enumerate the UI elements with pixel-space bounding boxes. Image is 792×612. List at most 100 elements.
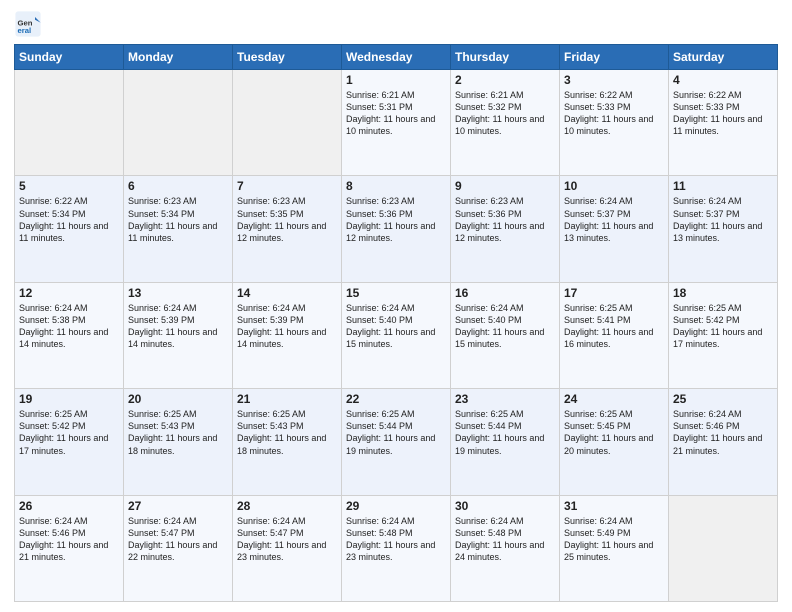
weekday-header-thursday: Thursday: [451, 45, 560, 70]
day-info: Sunrise: 6:24 AM Sunset: 5:39 PM Dayligh…: [128, 302, 228, 351]
day-number: 27: [128, 499, 228, 513]
calendar-cell: 29 Sunrise: 6:24 AM Sunset: 5:48 PM Dayli…: [342, 495, 451, 601]
day-info: Sunrise: 6:23 AM Sunset: 5:36 PM Dayligh…: [346, 195, 446, 244]
page: Gen eral SundayMondayTuesdayWednesdayThu…: [0, 0, 792, 612]
calendar-cell: 31Sunrise: 6:24 AM Sunset: 5:49 PM Dayli…: [560, 495, 669, 601]
day-info: Sunrise: 6:23 AM Sunset: 5:35 PM Dayligh…: [237, 195, 337, 244]
day-number: 28: [237, 499, 337, 513]
day-number: 4: [673, 73, 773, 87]
day-info: Sunrise: 6:24 AM Sunset: 5:39 PM Dayligh…: [237, 302, 337, 351]
day-number: 31: [564, 499, 664, 513]
day-info: Sunrise: 6:25 AM Sunset: 5:42 PM Dayligh…: [673, 302, 773, 351]
day-info: Sunrise: 6:21 AM Sunset: 5:31 PM Dayligh…: [346, 89, 446, 138]
calendar-week-row: 19Sunrise: 6:25 AM Sunset: 5:42 PM Dayli…: [15, 389, 778, 495]
day-number: 21: [237, 392, 337, 406]
calendar-cell: 30Sunrise: 6:24 AM Sunset: 5:48 PM Dayli…: [451, 495, 560, 601]
weekday-header-friday: Friday: [560, 45, 669, 70]
day-number: 11: [673, 179, 773, 193]
calendar-cell: 14 Sunrise: 6:24 AM Sunset: 5:39 PM Dayli…: [233, 282, 342, 388]
calendar-cell: 24Sunrise: 6:25 AM Sunset: 5:45 PM Dayli…: [560, 389, 669, 495]
day-info: Sunrise: 6:25 AM Sunset: 5:44 PM Dayligh…: [346, 408, 446, 457]
calendar-cell: 16Sunrise: 6:24 AM Sunset: 5:40 PM Dayli…: [451, 282, 560, 388]
day-number: 2: [455, 73, 555, 87]
day-number: 14: [237, 286, 337, 300]
header: Gen eral: [14, 10, 778, 38]
calendar-cell: 22 Sunrise: 6:25 AM Sunset: 5:44 PM Dayli…: [342, 389, 451, 495]
day-info: Sunrise: 6:24 AM Sunset: 5:48 PM Dayligh…: [346, 515, 446, 564]
calendar-cell: 17Sunrise: 6:25 AM Sunset: 5:41 PM Dayli…: [560, 282, 669, 388]
calendar-cell: 5Sunrise: 6:22 AM Sunset: 5:34 PM Daylig…: [15, 176, 124, 282]
weekday-header-sunday: Sunday: [15, 45, 124, 70]
day-number: 1: [346, 73, 446, 87]
calendar-table: SundayMondayTuesdayWednesdayThursdayFrid…: [14, 44, 778, 602]
day-number: 24: [564, 392, 664, 406]
day-number: 29: [346, 499, 446, 513]
day-info: Sunrise: 6:24 AM Sunset: 5:37 PM Dayligh…: [673, 195, 773, 244]
calendar-cell: 26 Sunrise: 6:24 AM Sunset: 5:46 PM Dayli…: [15, 495, 124, 601]
calendar-cell: 1 Sunrise: 6:21 AM Sunset: 5:31 PM Daylig…: [342, 70, 451, 176]
day-number: 20: [128, 392, 228, 406]
day-number: 9: [455, 179, 555, 193]
day-number: 22: [346, 392, 446, 406]
day-info: Sunrise: 6:22 AM Sunset: 5:33 PM Dayligh…: [564, 89, 664, 138]
logo: Gen eral: [14, 10, 44, 38]
day-info: Sunrise: 6:21 AM Sunset: 5:32 PM Dayligh…: [455, 89, 555, 138]
day-info: Sunrise: 6:22 AM Sunset: 5:33 PM Dayligh…: [673, 89, 773, 138]
calendar-cell: 28 Sunrise: 6:24 AM Sunset: 5:47 PM Dayli…: [233, 495, 342, 601]
day-number: 13: [128, 286, 228, 300]
day-number: 12: [19, 286, 119, 300]
day-number: 7: [237, 179, 337, 193]
calendar-cell: 15 Sunrise: 6:24 AM Sunset: 5:40 PM Dayli…: [342, 282, 451, 388]
day-number: 26: [19, 499, 119, 513]
day-number: 18: [673, 286, 773, 300]
logo-icon: Gen eral: [14, 10, 42, 38]
day-number: 25: [673, 392, 773, 406]
calendar-cell: 4 Sunrise: 6:22 AM Sunset: 5:33 PM Daylig…: [669, 70, 778, 176]
day-info: Sunrise: 6:23 AM Sunset: 5:34 PM Dayligh…: [128, 195, 228, 244]
calendar-cell: 3 Sunrise: 6:22 AM Sunset: 5:33 PM Daylig…: [560, 70, 669, 176]
calendar-cell: [124, 70, 233, 176]
calendar-cell: 9Sunrise: 6:23 AM Sunset: 5:36 PM Daylig…: [451, 176, 560, 282]
day-info: Sunrise: 6:25 AM Sunset: 5:43 PM Dayligh…: [128, 408, 228, 457]
calendar-cell: 2 Sunrise: 6:21 AM Sunset: 5:32 PM Daylig…: [451, 70, 560, 176]
calendar-body: 1 Sunrise: 6:21 AM Sunset: 5:31 PM Daylig…: [15, 70, 778, 602]
calendar-cell: [669, 495, 778, 601]
calendar-cell: [233, 70, 342, 176]
weekday-header-wednesday: Wednesday: [342, 45, 451, 70]
calendar-cell: 21 Sunrise: 6:25 AM Sunset: 5:43 PM Dayli…: [233, 389, 342, 495]
calendar-week-row: 12 Sunrise: 6:24 AM Sunset: 5:38 PM Dayli…: [15, 282, 778, 388]
calendar-cell: 20 Sunrise: 6:25 AM Sunset: 5:43 PM Dayli…: [124, 389, 233, 495]
calendar-week-row: 1 Sunrise: 6:21 AM Sunset: 5:31 PM Daylig…: [15, 70, 778, 176]
day-number: 5: [19, 179, 119, 193]
day-number: 23: [455, 392, 555, 406]
calendar-cell: 23 Sunrise: 6:25 AM Sunset: 5:44 PM Dayli…: [451, 389, 560, 495]
calendar-cell: 13 Sunrise: 6:24 AM Sunset: 5:39 PM Dayli…: [124, 282, 233, 388]
day-info: Sunrise: 6:24 AM Sunset: 5:47 PM Dayligh…: [237, 515, 337, 564]
day-info: Sunrise: 6:24 AM Sunset: 5:38 PM Dayligh…: [19, 302, 119, 351]
day-number: 15: [346, 286, 446, 300]
day-info: Sunrise: 6:24 AM Sunset: 5:46 PM Dayligh…: [19, 515, 119, 564]
day-info: Sunrise: 6:25 AM Sunset: 5:42 PM Dayligh…: [19, 408, 119, 457]
svg-text:eral: eral: [18, 26, 32, 35]
calendar-week-row: 5Sunrise: 6:22 AM Sunset: 5:34 PM Daylig…: [15, 176, 778, 282]
calendar-cell: 6 Sunrise: 6:23 AM Sunset: 5:34 PM Daylig…: [124, 176, 233, 282]
day-number: 10: [564, 179, 664, 193]
calendar-cell: 19Sunrise: 6:25 AM Sunset: 5:42 PM Dayli…: [15, 389, 124, 495]
calendar-cell: 18 Sunrise: 6:25 AM Sunset: 5:42 PM Dayli…: [669, 282, 778, 388]
calendar-cell: 8Sunrise: 6:23 AM Sunset: 5:36 PM Daylig…: [342, 176, 451, 282]
day-number: 3: [564, 73, 664, 87]
weekday-header-row: SundayMondayTuesdayWednesdayThursdayFrid…: [15, 45, 778, 70]
day-info: Sunrise: 6:25 AM Sunset: 5:44 PM Dayligh…: [455, 408, 555, 457]
calendar-cell: 10Sunrise: 6:24 AM Sunset: 5:37 PM Dayli…: [560, 176, 669, 282]
day-info: Sunrise: 6:25 AM Sunset: 5:41 PM Dayligh…: [564, 302, 664, 351]
calendar-cell: 25 Sunrise: 6:24 AM Sunset: 5:46 PM Dayli…: [669, 389, 778, 495]
weekday-header-saturday: Saturday: [669, 45, 778, 70]
calendar-cell: 7 Sunrise: 6:23 AM Sunset: 5:35 PM Daylig…: [233, 176, 342, 282]
calendar-week-row: 26 Sunrise: 6:24 AM Sunset: 5:46 PM Dayli…: [15, 495, 778, 601]
day-number: 6: [128, 179, 228, 193]
calendar-cell: 27Sunrise: 6:24 AM Sunset: 5:47 PM Dayli…: [124, 495, 233, 601]
day-info: Sunrise: 6:24 AM Sunset: 5:40 PM Dayligh…: [346, 302, 446, 351]
calendar-cell: 11 Sunrise: 6:24 AM Sunset: 5:37 PM Dayli…: [669, 176, 778, 282]
day-info: Sunrise: 6:25 AM Sunset: 5:43 PM Dayligh…: [237, 408, 337, 457]
day-info: Sunrise: 6:24 AM Sunset: 5:46 PM Dayligh…: [673, 408, 773, 457]
